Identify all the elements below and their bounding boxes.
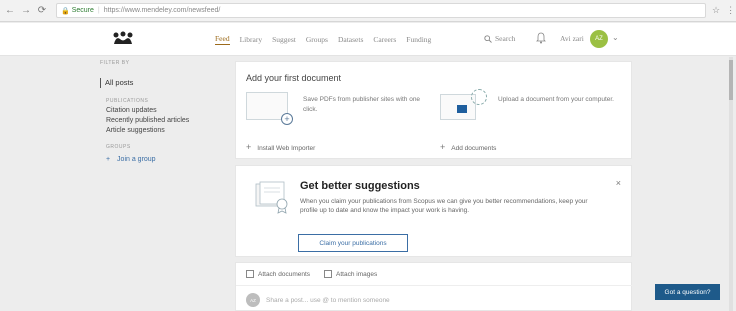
filter-by-label: FILTER BY bbox=[100, 60, 130, 66]
filter-article-suggestions[interactable]: Article suggestions bbox=[106, 127, 230, 134]
save-pdfs-text: Save PDFs from publisher sites with one … bbox=[303, 96, 421, 113]
upload-target-icon bbox=[471, 89, 487, 105]
reload-icon[interactable]: ⟳ bbox=[36, 5, 48, 17]
nav-funding[interactable]: Funding bbox=[406, 35, 431, 44]
main-nav: Feed Library Suggest Groups Datasets Car… bbox=[215, 23, 441, 56]
forward-icon[interactable]: → bbox=[20, 5, 32, 17]
search-button[interactable]: Search bbox=[484, 34, 515, 43]
browser-menu-icon[interactable]: ⋮ bbox=[726, 5, 735, 16]
attach-documents-button[interactable]: Attach documents bbox=[246, 270, 310, 278]
back-icon[interactable]: ← bbox=[4, 5, 16, 17]
attach-documents-label: Attach documents bbox=[258, 270, 311, 278]
scrollbar-thumb[interactable] bbox=[729, 60, 733, 100]
suggestions-card: Get better suggestions When you claim yo… bbox=[235, 165, 632, 257]
web-importer-illustration: + bbox=[246, 92, 293, 125]
publications-label: PUBLICATIONS bbox=[106, 98, 149, 104]
join-group-label: Join a group bbox=[117, 156, 156, 163]
nav-feed[interactable]: Feed bbox=[215, 34, 230, 45]
filter-citation-updates[interactable]: Citation updates bbox=[106, 107, 230, 114]
filter-all-posts[interactable]: All posts bbox=[100, 78, 230, 88]
join-group-link[interactable]: + Join a group bbox=[106, 156, 230, 163]
secure-label: Secure bbox=[71, 7, 94, 14]
lock-icon: 🔒 bbox=[61, 7, 70, 15]
bell-icon[interactable] bbox=[536, 32, 546, 44]
install-web-importer-link[interactable]: + Install Web Importer bbox=[246, 142, 315, 152]
plus-icon: + bbox=[106, 156, 111, 163]
add-documents-label: Add documents bbox=[451, 145, 497, 152]
nav-suggest[interactable]: Suggest bbox=[272, 35, 296, 44]
app-header: Feed Library Suggest Groups Datasets Car… bbox=[0, 23, 736, 56]
search-icon bbox=[484, 34, 492, 43]
search-label: Search bbox=[495, 34, 516, 43]
nav-careers[interactable]: Careers bbox=[373, 35, 396, 44]
close-icon[interactable]: × bbox=[616, 178, 621, 188]
filter-recently-published[interactable]: Recently published articles bbox=[106, 117, 230, 124]
attach-images-label: Attach images bbox=[336, 270, 378, 278]
url-separator: | bbox=[97, 7, 100, 14]
certificate-illustration bbox=[255, 181, 288, 214]
help-button[interactable]: Got a question? bbox=[655, 284, 720, 300]
avatar[interactable]: AZ bbox=[590, 30, 608, 48]
attach-actions: Attach documents Attach images bbox=[246, 270, 391, 278]
filter-sidebar: FILTER BY All posts PUBLICATIONS Citatio… bbox=[100, 60, 230, 163]
avatar: AZ bbox=[246, 293, 260, 307]
claim-publications-button[interactable]: Claim your publications bbox=[298, 234, 408, 252]
post-input[interactable]: AZ Share a post... use @ to mention some… bbox=[246, 293, 390, 307]
nav-library[interactable]: Library bbox=[240, 35, 263, 44]
suggestions-body: When you claim your publications from Sc… bbox=[300, 198, 588, 214]
nav-groups[interactable]: Groups bbox=[306, 35, 328, 44]
plus-icon: + bbox=[440, 142, 446, 152]
divider bbox=[236, 285, 633, 286]
add-document-card: Add your first document + Save PDFs from… bbox=[235, 61, 632, 159]
mendeley-logo[interactable] bbox=[112, 31, 134, 45]
post-composer-card: Attach documents Attach images AZ Share … bbox=[235, 262, 633, 311]
add-documents-link[interactable]: + Add documents bbox=[440, 142, 496, 152]
image-icon bbox=[324, 270, 333, 278]
post-placeholder: Share a post... use @ to mention someone bbox=[266, 296, 390, 304]
address-bar[interactable]: 🔒 Secure | https://www.mendeley.com/news… bbox=[56, 3, 706, 18]
card-title: Add your first document bbox=[246, 73, 342, 83]
install-web-importer-label: Install Web Importer bbox=[257, 145, 316, 152]
plus-circle-icon: + bbox=[281, 113, 293, 125]
url-text: https://www.mendeley.com/newsfeed/ bbox=[103, 7, 221, 14]
plus-icon: + bbox=[246, 142, 252, 152]
upload-text: Upload a document from your computer. bbox=[498, 96, 614, 103]
nav-datasets[interactable]: Datasets bbox=[338, 35, 363, 44]
attach-images-button[interactable]: Attach images bbox=[324, 270, 377, 278]
suggestions-title: Get better suggestions bbox=[300, 180, 420, 192]
chevron-down-icon[interactable]: ⌄ bbox=[612, 33, 619, 42]
upload-illustration bbox=[440, 89, 487, 120]
groups-label: GROUPS bbox=[106, 144, 131, 150]
browser-toolbar: ← → ⟳ 🔒 Secure | https://www.mendeley.co… bbox=[0, 0, 736, 22]
document-icon bbox=[457, 105, 467, 113]
bookmark-star-icon[interactable]: ☆ bbox=[712, 5, 720, 16]
user-name[interactable]: Avi zari bbox=[560, 34, 584, 43]
document-icon bbox=[246, 270, 254, 278]
